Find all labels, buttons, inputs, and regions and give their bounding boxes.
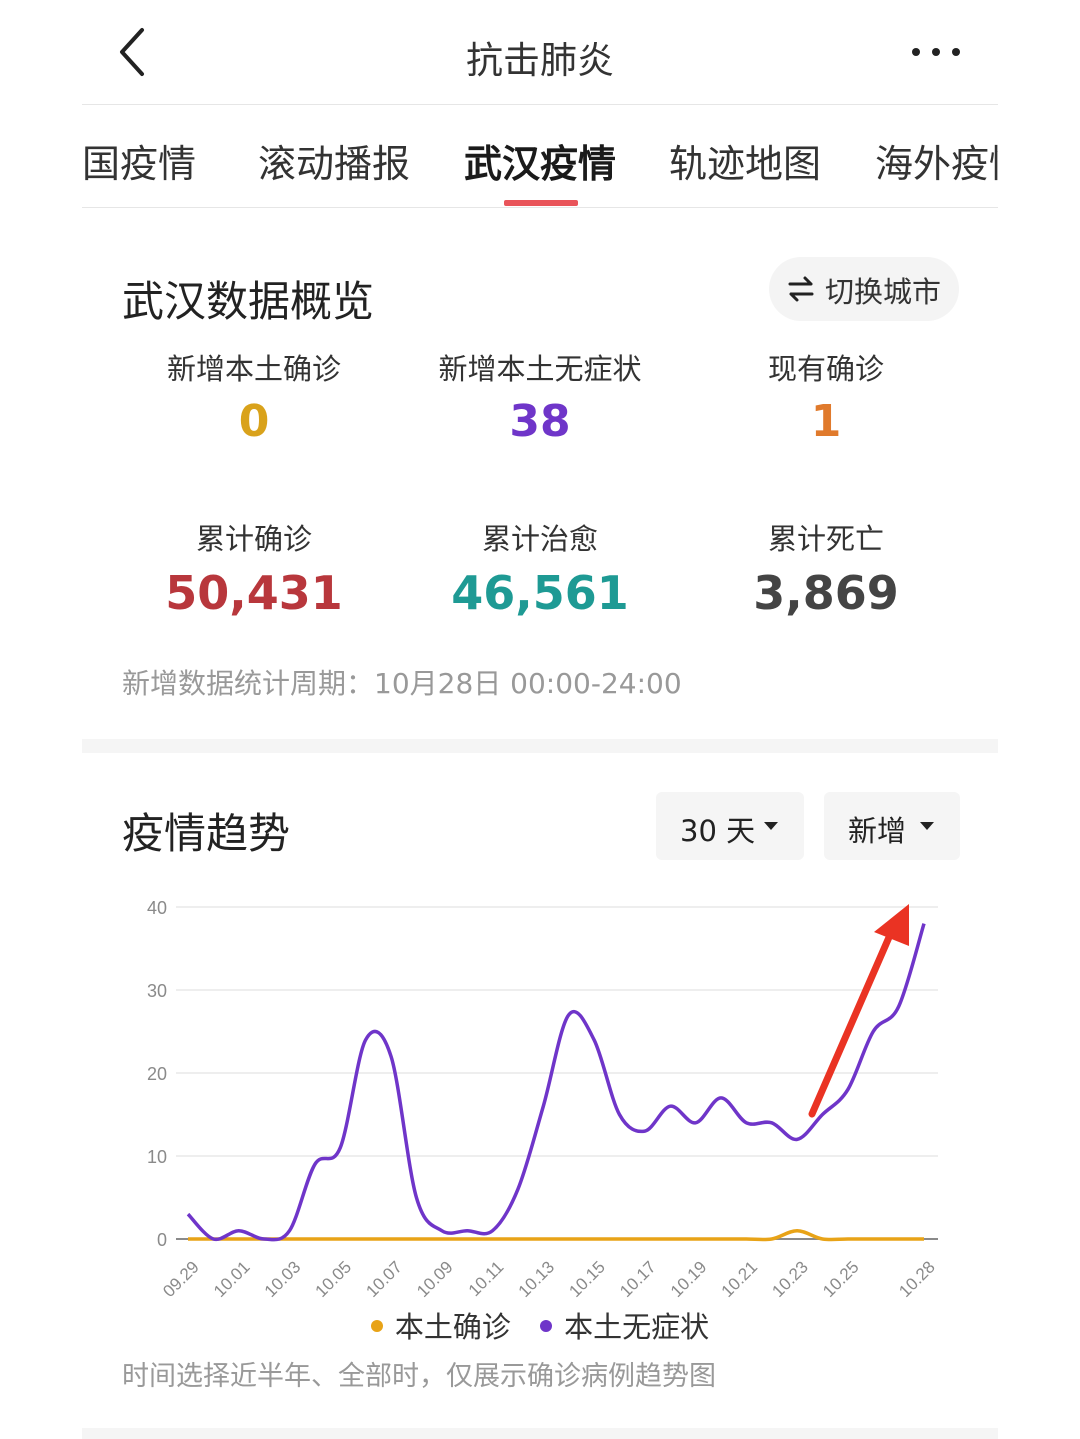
x-tick-label: 10.28 xyxy=(895,1257,939,1301)
legend-dot xyxy=(370,1320,383,1332)
stat-label: 累计确诊 xyxy=(195,522,312,556)
x-tick-label: 10.19 xyxy=(667,1257,711,1301)
stat-label: 新增本土无症状 xyxy=(438,352,642,386)
type-dropdown-label: 新增 xyxy=(848,814,907,848)
swap-arrows-icon xyxy=(788,276,814,302)
stat-value: 38 xyxy=(509,396,571,447)
range-dropdown[interactable]: 30 天 xyxy=(656,792,804,860)
x-tick-label: 10.05 xyxy=(312,1257,356,1301)
legend-label: 本土无症状 xyxy=(564,1310,710,1344)
y-tick-label: 0 xyxy=(157,1230,167,1250)
y-tick-label: 40 xyxy=(147,898,167,918)
x-tick-label: 10.09 xyxy=(413,1257,457,1301)
overview-title: 武汉数据概览 xyxy=(122,277,375,326)
stat-total-deaths: 累计死亡 3,869 xyxy=(676,516,976,620)
stat-label: 新增本土确诊 xyxy=(166,352,341,386)
range-dropdown-label: 30 天 xyxy=(680,814,756,848)
x-tick-label: 10.03 xyxy=(261,1257,305,1301)
caret-down-icon xyxy=(764,822,778,830)
x-tick-label: 10.01 xyxy=(210,1257,254,1301)
stat-label: 累计治愈 xyxy=(481,522,598,556)
caret-down-icon xyxy=(920,822,934,830)
chart-note: 时间选择近半年、全部时，仅展示确诊病例趋势图 xyxy=(122,1361,716,1392)
legend-item-asymptomatic[interactable]: 本土无症状 xyxy=(540,1304,709,1346)
switch-city-button[interactable]: 切换城市 xyxy=(769,257,959,321)
y-tick-label: 10 xyxy=(147,1147,167,1167)
active-tab-indicator xyxy=(504,200,578,206)
stat-new-local-asymptomatic: 新增本土无症状 38 xyxy=(390,346,690,447)
tab-national[interactable]: 全国疫情 xyxy=(82,133,196,188)
y-tick-label: 20 xyxy=(147,1064,167,1084)
stat-value: 0 xyxy=(238,396,270,447)
chart-legend: 本土确诊 本土无症状 xyxy=(0,1304,1080,1346)
x-tick-label: 10.25 xyxy=(819,1257,863,1301)
tab-live-feed[interactable]: 滚动播报 xyxy=(258,133,410,188)
stat-new-local-confirmed: 新增本土确诊 0 xyxy=(104,346,404,447)
trend-chart: 01020304009.29 10.01 10.03 10.05 10.07 10.09 1… xyxy=(147,898,939,1301)
more-dots-icon[interactable] xyxy=(906,34,966,70)
switch-city-label: 切换城市 xyxy=(825,275,942,309)
stat-value: 3,869 xyxy=(753,566,899,620)
stat-value: 50,431 xyxy=(165,566,343,620)
legend-label: 本土确诊 xyxy=(394,1310,511,1344)
stat-value: 1 xyxy=(810,396,842,447)
tab-wuhan[interactable]: 武汉疫情 xyxy=(464,133,616,188)
legend-dot xyxy=(540,1320,553,1332)
stat-total-cured: 累计治愈 46,561 xyxy=(390,516,690,620)
x-tick-label: 10.17 xyxy=(616,1257,660,1301)
x-tick-label: 10.11 xyxy=(465,1257,508,1300)
stat-total-confirmed: 累计确诊 50,431 xyxy=(104,516,404,620)
legend-item-confirmed[interactable]: 本土确诊 xyxy=(370,1304,511,1346)
type-dropdown[interactable]: 新增 xyxy=(824,792,960,860)
stat-label: 累计死亡 xyxy=(767,522,884,556)
tab-bar: 全国疫情 滚动播报 武汉疫情 轨迹地图 海外疫情 xyxy=(82,105,998,207)
section-divider xyxy=(82,1428,998,1439)
tab-track-map[interactable]: 轨迹地图 xyxy=(669,133,821,188)
stat-period-text: 新增数据统计周期：10月28日 00:00-24:00 xyxy=(122,667,682,700)
x-tick-label: 10.23 xyxy=(768,1257,812,1301)
series-line-asymptomatic xyxy=(186,923,926,1242)
tab-overseas[interactable]: 海外疫情 xyxy=(875,133,998,188)
stat-label: 现有确诊 xyxy=(767,352,884,386)
x-tick-label: 10.13 xyxy=(515,1257,559,1301)
x-tick-label: 10.21 xyxy=(718,1257,762,1301)
stat-current-confirmed: 现有确诊 1 xyxy=(676,346,976,447)
x-tick-label: 09.29 xyxy=(159,1257,203,1301)
section-divider xyxy=(82,739,998,753)
y-tick-label: 30 xyxy=(147,981,167,1001)
x-tick-label: 10.15 xyxy=(565,1257,609,1301)
app-header: 抗击肺炎 xyxy=(0,0,1080,104)
tabs-divider xyxy=(82,207,998,208)
stat-value: 46,561 xyxy=(451,566,629,620)
trend-title: 疫情趋势 xyxy=(122,809,291,858)
x-tick-label: 10.07 xyxy=(362,1257,406,1301)
